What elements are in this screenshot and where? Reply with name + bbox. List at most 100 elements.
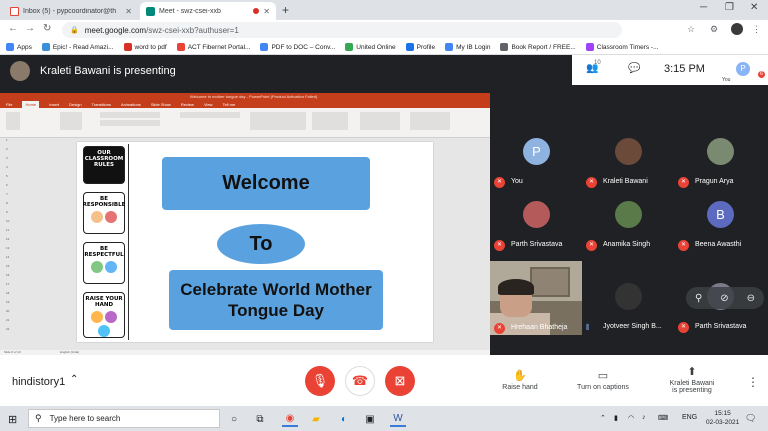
forward-icon[interactable]: →: [25, 23, 35, 34]
browser-tab-strip: Inbox (5) - pypcoordinator@th ✕ Meet - s…: [0, 0, 768, 20]
close-icon[interactable]: ✕: [125, 7, 132, 16]
meeting-code[interactable]: hindistory1: [12, 376, 65, 388]
ppt-menu-item[interactable]: Transitions: [92, 101, 111, 108]
slide-thumb-number[interactable]: 12: [0, 237, 22, 246]
edge-icon[interactable]: ◐: [336, 411, 352, 427]
slide-thumb-number[interactable]: 5: [0, 174, 22, 183]
system-clock[interactable]: 15:15 02-03-2021: [706, 409, 739, 427]
participant-tile[interactable]: P ✕ You: [490, 135, 582, 193]
bookmark-item[interactable]: My IB Login: [445, 43, 490, 51]
ppt-menu-item[interactable]: Design: [69, 101, 81, 108]
slide-thumb-number[interactable]: 13: [0, 246, 22, 255]
bookmark-item[interactable]: Book Report / FREE...: [500, 43, 576, 51]
taskbar-search-input[interactable]: ⚲ Type here to search: [28, 409, 220, 428]
slide-thumb-number[interactable]: 15: [0, 264, 22, 273]
window-close-icon[interactable]: ✕: [750, 2, 758, 13]
volume-icon[interactable]: ♪: [642, 414, 646, 421]
slide-thumb-number[interactable]: 21: [0, 318, 22, 327]
extensions-icon[interactable]: ⚙: [710, 24, 718, 35]
participant-tile[interactable]: ✕ Kraleti Bawani: [582, 135, 674, 193]
participant-tile[interactable]: ✕ Parth Srivastava: [490, 198, 582, 256]
participant-name: Parth Srivastava: [511, 241, 563, 248]
tray-chevron-icon[interactable]: ⌃: [600, 414, 606, 422]
self-avatar[interactable]: P: [736, 62, 750, 76]
notification-icon[interactable]: 🗨: [745, 413, 756, 424]
leave-call-button[interactable]: ☎: [345, 366, 375, 396]
bookmark-item[interactable]: Epic! - Read Amazi...: [41, 43, 114, 51]
ppt-menu-item[interactable]: View: [204, 101, 213, 108]
slide-thumb-number[interactable]: 1: [0, 138, 22, 147]
camera-off-button[interactable]: ⊠: [385, 366, 415, 396]
close-icon[interactable]: ✕: [263, 7, 270, 16]
slide-thumb-number[interactable]: 18: [0, 291, 22, 300]
pin-icon[interactable]: ⚲: [695, 293, 702, 304]
participant-video-tile[interactable]: ✕ Hrehaan Bhatheja: [490, 261, 582, 335]
file-explorer-icon[interactable]: ▰: [308, 411, 324, 427]
participant-tile[interactable]: ✕ Pragun Arya: [674, 135, 766, 193]
ppt-menu-item[interactable]: Animations: [121, 101, 141, 108]
ppt-menu-item[interactable]: Review: [181, 101, 194, 108]
profile-avatar[interactable]: [731, 23, 743, 35]
restore-icon[interactable]: ❐: [725, 2, 734, 13]
slide-thumb-number[interactable]: 19: [0, 300, 22, 309]
store-icon[interactable]: ▣: [362, 411, 378, 427]
reload-icon[interactable]: ↻: [43, 23, 51, 34]
mic-off-button[interactable]: 🎙: [305, 366, 335, 396]
remove-icon[interactable]: ⊖: [747, 293, 755, 304]
slide-thumb-number[interactable]: 6: [0, 183, 22, 192]
new-tab-button[interactable]: +: [282, 3, 289, 17]
slide-thumb-number[interactable]: 2: [0, 147, 22, 156]
slide-thumb-number[interactable]: 11: [0, 228, 22, 237]
participant-tile[interactable]: ⦀ Jyotveer Singh B...: [582, 280, 674, 338]
chrome-taskbar-icon[interactable]: ◉: [282, 411, 298, 427]
participant-tile[interactable]: ✕ Anamika Singh: [582, 198, 674, 256]
slide-thumb-number[interactable]: 4: [0, 165, 22, 174]
slide-thumb-number[interactable]: 20: [0, 309, 22, 318]
slide-thumb-number[interactable]: 7: [0, 192, 22, 201]
slide-thumb-number[interactable]: 17: [0, 282, 22, 291]
slide-thumb-number[interactable]: 22: [0, 327, 22, 336]
url-input[interactable]: 🔒 meet.google.com /swz-csei-xxb?authuser…: [62, 22, 622, 38]
ppt-menu-item[interactable]: Slide Show: [151, 101, 171, 108]
task-view-icon[interactable]: ⧉: [252, 411, 268, 427]
bookmark-item[interactable]: word to pdf: [123, 43, 167, 51]
slide-thumb-number[interactable]: 14: [0, 255, 22, 264]
slide-thumb-number[interactable]: 16: [0, 273, 22, 282]
raise-hand-button[interactable]: ✋ Raise hand: [492, 369, 548, 391]
mic-off-icon: ✕: [586, 240, 597, 251]
slide-thumb-number[interactable]: 10: [0, 219, 22, 228]
bookmark-item[interactable]: ACT Fibernet Portal...: [176, 43, 250, 51]
mute-participant-icon[interactable]: ⊘: [720, 293, 728, 304]
captions-button[interactable]: ▭ Turn on captions: [568, 369, 638, 391]
slide-thumb-number[interactable]: 3: [0, 156, 22, 165]
minimize-icon[interactable]: ─: [700, 2, 707, 13]
bookmark-item[interactable]: Classroom Timers -...: [585, 43, 659, 51]
input-language[interactable]: ENG: [682, 414, 697, 421]
chat-icon[interactable]: 💬: [628, 63, 640, 74]
chevron-up-icon[interactable]: ⌃: [70, 374, 78, 385]
windows-start-icon[interactable]: ⊞: [8, 413, 17, 426]
ppt-menu-item[interactable]: Tell me: [223, 101, 236, 108]
wifi-icon[interactable]: ◠: [628, 414, 634, 422]
bookmark-item[interactable]: Profile: [405, 43, 435, 51]
ppt-menu-item[interactable]: Home: [22, 101, 40, 108]
slide-thumb-number[interactable]: 8: [0, 201, 22, 210]
bookmark-star-icon[interactable]: ☆: [687, 24, 695, 35]
bookmark-item[interactable]: United Online: [345, 43, 396, 51]
tab-meet[interactable]: Meet - swz-csei-xxb ✕: [140, 2, 276, 20]
kids-illustration: [90, 260, 118, 274]
cortana-icon[interactable]: ○: [226, 411, 242, 427]
presenting-button[interactable]: ⬆ Kraleti Bawani is presenting: [658, 365, 726, 394]
participant-tile[interactable]: B ✕ Beena Awasthi: [674, 198, 766, 256]
chrome-menu-icon[interactable]: ⋮: [752, 24, 761, 35]
word-taskbar-icon[interactable]: W: [390, 411, 406, 427]
tab-gmail[interactable]: Inbox (5) - pypcoordinator@th ✕: [4, 2, 138, 20]
ppt-menu-item[interactable]: File: [6, 101, 12, 108]
avatar: P: [523, 138, 550, 165]
slide-thumb-number[interactable]: 9: [0, 210, 22, 219]
bookmark-item[interactable]: Apps: [6, 43, 32, 51]
bookmark-item[interactable]: PDF to DOC – Conv...: [260, 43, 335, 51]
more-options-icon[interactable]: ⋮: [747, 375, 759, 389]
ppt-menu-item[interactable]: Insert: [49, 101, 59, 108]
back-icon[interactable]: ←: [8, 23, 18, 34]
